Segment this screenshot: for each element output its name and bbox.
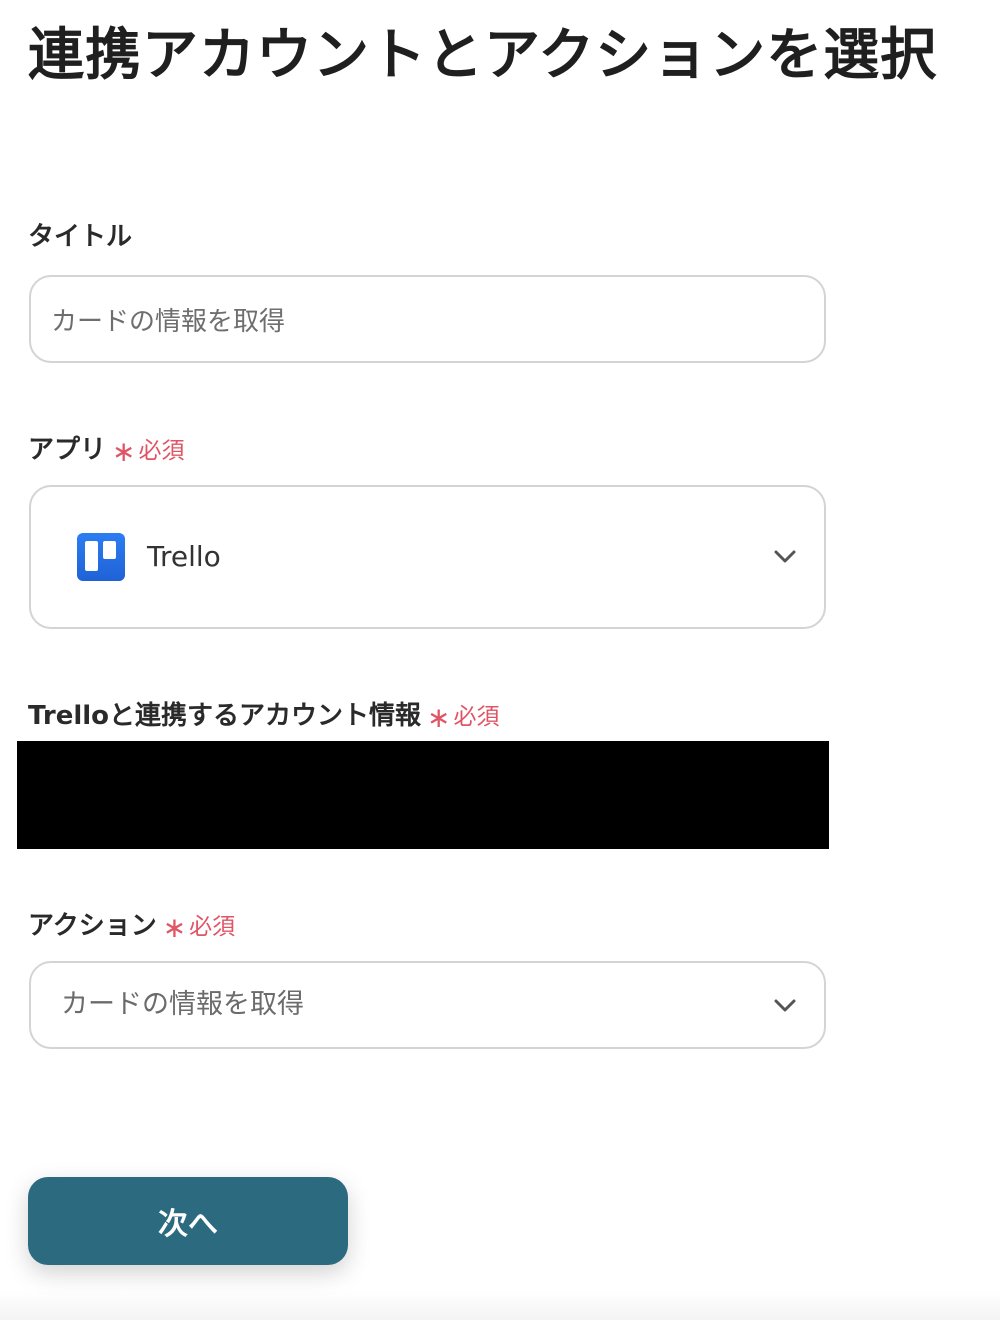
account-field-label: Trelloと連携するアカウント情報 ∗ 必須 <box>28 698 500 734</box>
required-asterisk: ∗ <box>162 911 187 944</box>
app-field-label: アプリ ∗ 必須 <box>28 432 184 468</box>
action-select[interactable]: カードの情報を取得 <box>29 961 826 1049</box>
required-text: 必須 <box>189 914 236 940</box>
title-input[interactable] <box>51 277 804 361</box>
app-required-badge: ∗ 必須 <box>112 435 185 468</box>
action-label-text: アクション <box>28 911 157 941</box>
account-required-badge: ∗ 必須 <box>427 701 500 734</box>
bottom-fade <box>0 1290 1000 1320</box>
required-text: 必須 <box>453 704 500 730</box>
action-field-label: アクション ∗ 必須 <box>28 908 235 944</box>
selected-app-name: Trello <box>147 540 221 573</box>
page-title: 連携アカウントとアクションを選択 <box>28 23 938 88</box>
required-asterisk: ∗ <box>427 701 451 734</box>
chevron-down-icon[interactable] <box>774 550 796 564</box>
action-required-badge: ∗ 必須 <box>163 911 236 944</box>
next-button[interactable]: 次へ <box>28 1177 348 1265</box>
required-text: 必須 <box>138 438 185 464</box>
selected-action-value: カードの情報を取得 <box>61 989 304 1020</box>
app-select[interactable]: Trello <box>29 485 826 629</box>
app-label-text: アプリ <box>28 435 107 465</box>
required-asterisk: ∗ <box>112 435 136 468</box>
redacted-account-field <box>17 741 829 849</box>
title-field-label: タイトル <box>28 220 132 254</box>
trello-logo-icon <box>77 533 125 581</box>
chevron-down-icon[interactable] <box>774 999 796 1013</box>
title-label-text: タイトル <box>28 222 133 252</box>
account-label-text: Trelloと連携するアカウント情報 <box>28 701 422 731</box>
title-input-container[interactable] <box>29 275 826 363</box>
